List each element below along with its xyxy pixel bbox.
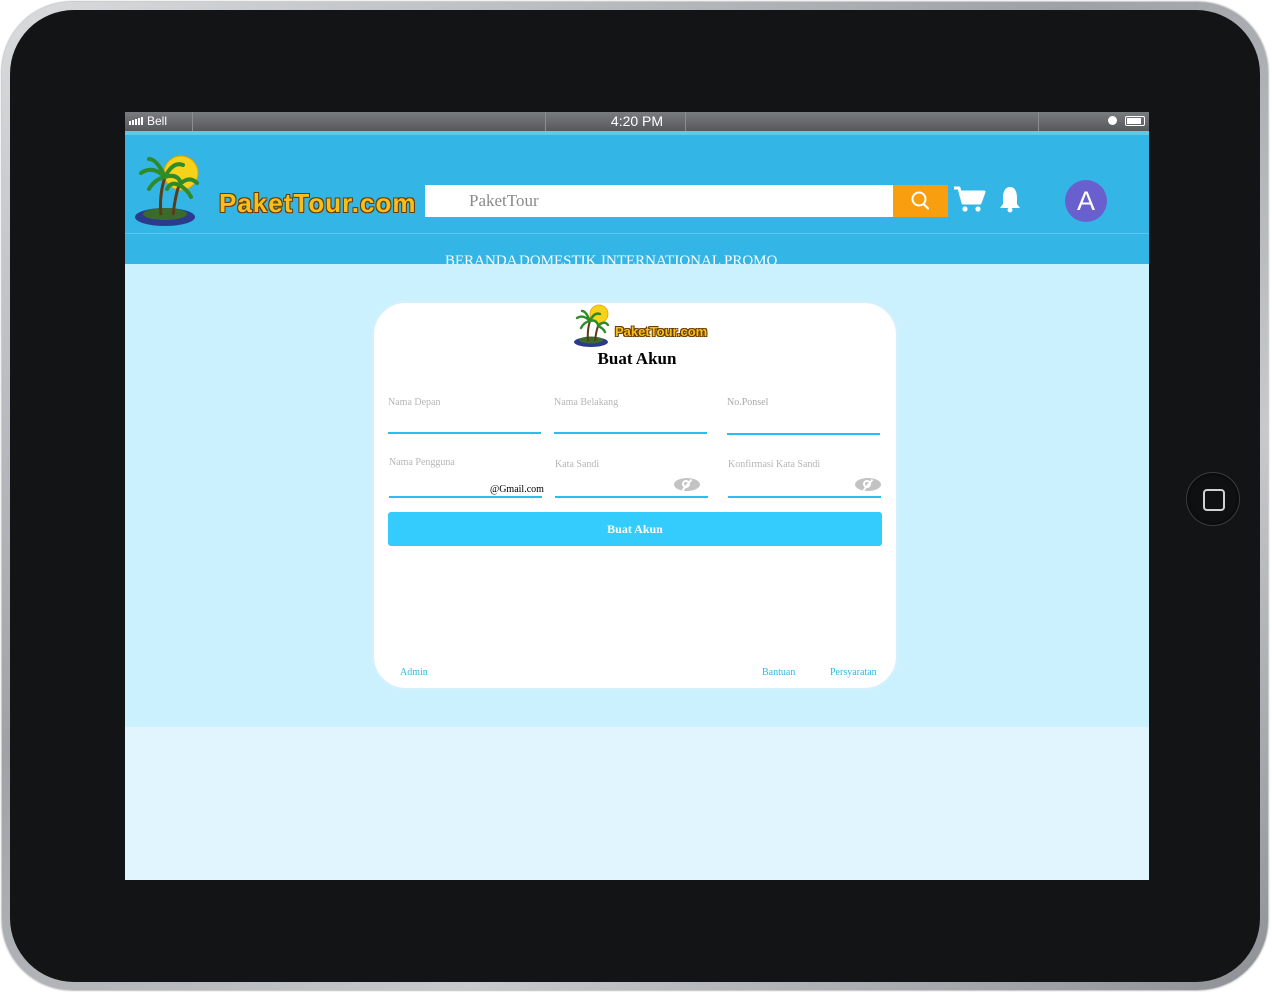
battery-icon (1125, 116, 1145, 126)
first-name-label: Nama Depan (388, 397, 441, 408)
password-input[interactable] (555, 475, 674, 495)
search-icon (911, 191, 930, 210)
toggle-password-visibility-icon[interactable] (674, 478, 700, 491)
site-logo[interactable]: PaketTour.com (135, 145, 425, 230)
toggle-confirm-password-visibility-icon[interactable] (855, 478, 881, 491)
terms-link[interactable]: Persyaratan (830, 667, 877, 678)
confirm-password-input[interactable] (728, 475, 852, 495)
search-bar (425, 185, 893, 217)
status-time: 4:20 PM (610, 113, 664, 129)
status-bar: Bell 4:20 PM (125, 112, 1149, 131)
site-header: PaketTour.com A B (125, 131, 1149, 269)
email-domain-suffix: @Gmail.com (490, 484, 544, 495)
phone-input[interactable] (727, 411, 881, 431)
bell-icon (1000, 187, 1020, 213)
last-name-label: Nama Belakang (554, 397, 619, 408)
cart-icon (954, 186, 986, 212)
alarm-icon (1108, 116, 1117, 125)
help-link[interactable]: Bantuan (762, 667, 795, 678)
home-button[interactable] (1186, 472, 1240, 526)
notification-button[interactable] (999, 185, 1021, 218)
logo-text: PaketTour.com (219, 188, 417, 218)
confirm-password-label: Konfirmasi Kata Sandi (728, 459, 821, 470)
palm-island-logo (135, 155, 199, 226)
first-name-input[interactable] (388, 411, 542, 431)
last-name-input[interactable] (554, 411, 708, 431)
admin-link[interactable]: Admin (400, 667, 428, 678)
screen: Bell 4:20 PM PaketTour.com PaketTour A B… (125, 112, 1149, 880)
password-label: Kata Sandi (555, 459, 600, 470)
palm-island-logo (574, 304, 610, 347)
search-button[interactable] (893, 185, 948, 217)
cart-button[interactable] (953, 185, 987, 218)
home-square-icon (1203, 489, 1225, 511)
phone-label: No.Ponsel (727, 397, 769, 408)
avatar[interactable]: A (1065, 180, 1107, 222)
create-account-button[interactable]: Buat Akun (388, 512, 882, 546)
card-logo: PaketTour.com (574, 303, 734, 351)
username-label: Nama Pengguna (389, 457, 455, 468)
search-input[interactable] (425, 185, 865, 217)
signup-card: PaketTour.com Buat Akun Nama Depan Nama … (372, 301, 898, 690)
page-title: Buat Akun (597, 349, 677, 368)
card-logo-text: PaketTour.com (615, 324, 708, 339)
